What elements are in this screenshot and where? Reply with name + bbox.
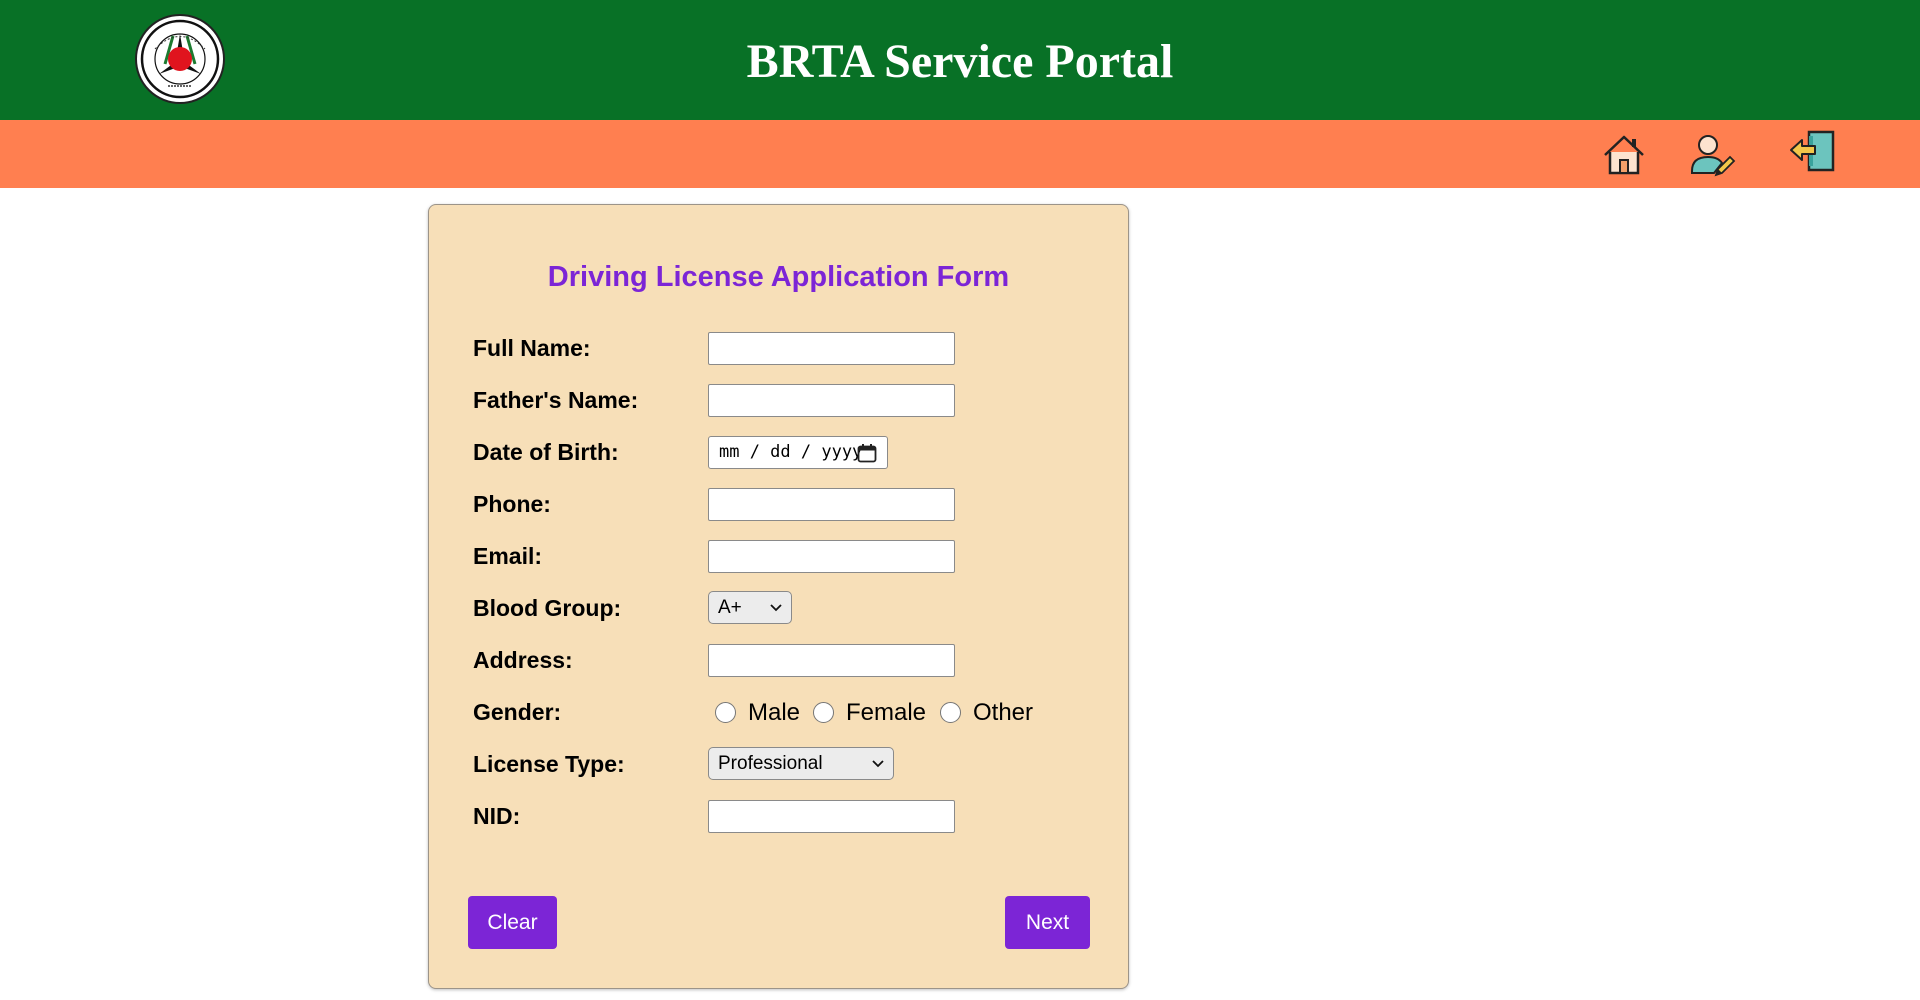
gender-female-radio[interactable] xyxy=(813,702,834,723)
address-row: Address: xyxy=(473,643,1093,677)
calendar-icon[interactable] xyxy=(857,443,877,463)
address-label: Address: xyxy=(473,647,573,673)
user-edit-icon[interactable] xyxy=(1688,131,1738,181)
phone-input[interactable] xyxy=(708,488,955,521)
gender-female-label[interactable]: Female xyxy=(846,695,926,731)
license-type-label: License Type: xyxy=(473,751,625,777)
license-type-value: Professional xyxy=(718,753,823,774)
chevron-down-icon xyxy=(770,604,782,612)
nid-label: NID: xyxy=(473,803,521,829)
license-type-select[interactable]: Professional xyxy=(708,747,894,780)
blood-group-value: A+ xyxy=(718,597,742,618)
email-input[interactable] xyxy=(708,540,955,573)
logout-icon[interactable] xyxy=(1789,126,1839,176)
father-name-input[interactable] xyxy=(708,384,955,417)
full-name-input[interactable] xyxy=(708,332,955,365)
license-type-row: License Type: Professional xyxy=(473,747,1093,781)
form-title: Driving License Application Form xyxy=(547,261,1010,293)
chevron-down-icon xyxy=(872,760,884,768)
phone-label: Phone: xyxy=(473,491,551,517)
gender-other-radio[interactable] xyxy=(940,702,961,723)
gender-row: Gender: Male Female Other xyxy=(473,695,1093,729)
nid-row: NID: xyxy=(473,799,1093,833)
phone-row: Phone: xyxy=(473,487,1093,521)
gender-male-label[interactable]: Male xyxy=(748,695,800,731)
dob-label: Date of Birth: xyxy=(473,439,619,465)
next-button[interactable]: Next xyxy=(1005,896,1090,949)
gender-label: Gender: xyxy=(473,699,562,725)
blood-group-select[interactable]: A+ xyxy=(708,591,792,624)
address-input[interactable] xyxy=(708,644,955,677)
home-icon[interactable] xyxy=(1599,130,1649,180)
father-name-label: Father's Name: xyxy=(473,387,639,413)
application-form: Driving License Application Form Full Na… xyxy=(428,204,1129,989)
dob-row: Date of Birth: mm / dd / yyyy xyxy=(473,435,1093,469)
father-name-row: Father's Name: xyxy=(473,383,1093,417)
gender-other-label[interactable]: Other xyxy=(973,695,1033,731)
clear-button[interactable]: Clear xyxy=(468,896,557,949)
nid-input[interactable] xyxy=(708,800,955,833)
email-row: Email: xyxy=(473,539,1093,573)
site-header: BRTA Service Portal xyxy=(0,0,1920,120)
blood-group-label: Blood Group: xyxy=(473,595,622,621)
site-title: BRTA Service Portal xyxy=(746,35,1174,88)
dob-placeholder: mm / dd / yyyy xyxy=(719,442,863,462)
nav-bar xyxy=(0,120,1920,188)
blood-group-row: Blood Group: A+ xyxy=(473,591,1093,625)
full-name-row: Full Name: xyxy=(473,331,1093,365)
dob-input[interactable]: mm / dd / yyyy xyxy=(708,436,888,469)
gender-male-radio[interactable] xyxy=(715,702,736,723)
email-label: Email: xyxy=(473,543,543,569)
full-name-label: Full Name: xyxy=(473,335,591,361)
